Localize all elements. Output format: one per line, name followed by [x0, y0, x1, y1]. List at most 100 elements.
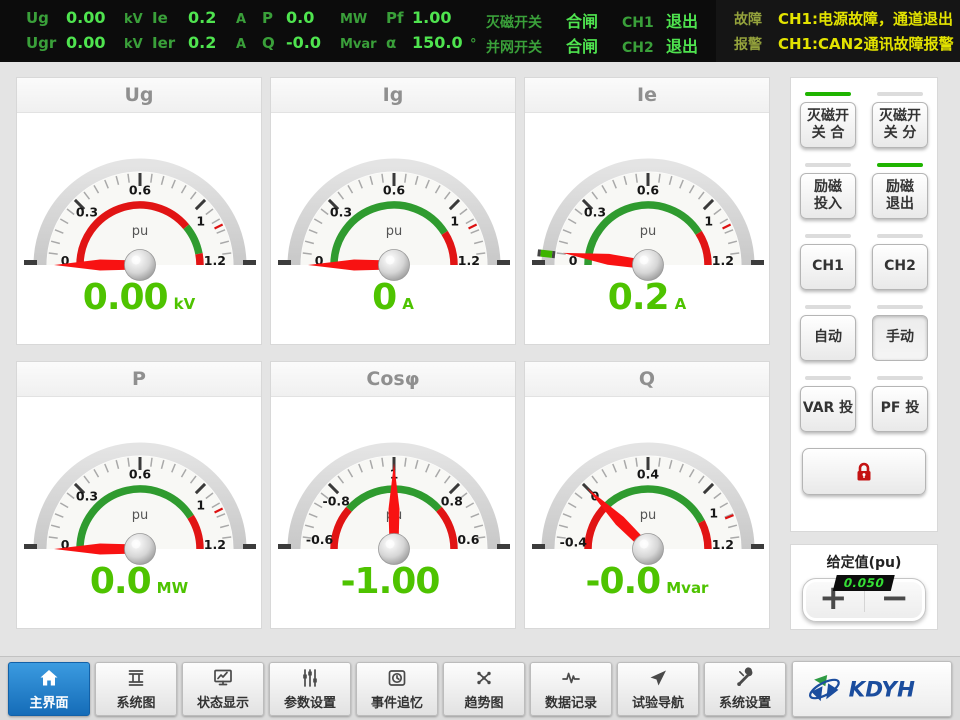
- lock-button[interactable]: [802, 448, 926, 495]
- metric-unit: A: [236, 12, 246, 27]
- parameter-settings-icon: [298, 666, 322, 690]
- svg-text:pu: pu: [132, 224, 149, 239]
- manual-button[interactable]: 手动: [872, 315, 928, 361]
- metric-unit: Mvar: [340, 37, 377, 52]
- gauge-title: Q: [525, 362, 769, 397]
- channel-status-group: CH1退出 CH2退出: [622, 0, 698, 62]
- manual-button-wrap: 手动: [872, 305, 928, 361]
- metric-unit: MW: [340, 12, 367, 27]
- status-display-icon: [211, 666, 235, 690]
- svg-text:0.3: 0.3: [76, 204, 98, 219]
- excitation-off-button-indicator: [877, 163, 923, 167]
- fault-label: 故障: [734, 9, 778, 29]
- metric-value: -0.0: [286, 33, 340, 52]
- excitation-on-button-indicator: [805, 163, 851, 167]
- metric-value: 0.0: [286, 8, 340, 27]
- svg-text:1.2: 1.2: [712, 537, 734, 552]
- svg-text:1: 1: [196, 497, 205, 512]
- nav-item-label: 主界面: [29, 692, 68, 711]
- gauge-dial-p: 00.30.611.2pu: [17, 409, 263, 567]
- gauge-dial-ig: 00.30.611.2pu: [271, 125, 517, 283]
- metric-group-current: Ie0.2A Ier0.2A: [152, 0, 246, 62]
- data-record-icon: [559, 666, 583, 690]
- nav-item-label: 状态显示: [197, 692, 249, 711]
- nav-item-home[interactable]: 主界面: [8, 662, 90, 716]
- metric-value: 150.0: [412, 33, 470, 52]
- metric-label: P: [262, 9, 286, 27]
- svg-text:0.8: 0.8: [441, 494, 463, 509]
- ch2-button-indicator: [877, 234, 923, 238]
- kdyh-logo-button[interactable]: KDYH: [792, 661, 952, 717]
- gauge-reading: 0.0MW: [17, 561, 261, 602]
- metric-unit: A: [236, 37, 246, 52]
- nav-item-status-display[interactable]: 状态显示: [182, 662, 264, 716]
- gauge-title: Ig: [271, 78, 515, 113]
- metric-label: Ie: [152, 9, 188, 27]
- gauge-reading: 0A: [271, 277, 515, 318]
- pf-on-button[interactable]: PF 投: [872, 386, 928, 432]
- demag-switch-close-button[interactable]: 灭磁开关 合: [800, 102, 856, 148]
- nav-item-label: 试验导航: [632, 692, 684, 711]
- svg-text:0.6: 0.6: [457, 532, 479, 547]
- svg-text:pu: pu: [640, 224, 657, 239]
- ch1-button-wrap: CH1: [800, 234, 856, 290]
- gauge-reading: 0.00kV: [17, 277, 261, 318]
- test-navigation-icon: [646, 666, 670, 690]
- metric-label: Ug: [26, 9, 66, 27]
- demag-switch-open-button-indicator: [877, 92, 923, 96]
- svg-text:1: 1: [196, 213, 205, 228]
- nav-item-parameter-settings[interactable]: 参数设置: [269, 662, 351, 716]
- svg-text:1: 1: [704, 213, 713, 228]
- svg-text:1.2: 1.2: [712, 253, 734, 268]
- svg-text:0.6: 0.6: [383, 183, 405, 198]
- nav-item-system-settings[interactable]: 系统设置: [704, 662, 786, 716]
- gauge-card-ug: Ug 00.30.611.2pu 0.00kV: [16, 77, 262, 345]
- gauge-card-cosphi: Cosφ -0.6-0.810.80.6pu -1.00: [270, 361, 516, 629]
- svg-text:-0.8: -0.8: [323, 494, 350, 509]
- nav-item-trend-chart[interactable]: 趋势图: [443, 662, 525, 716]
- svg-text:0.4: 0.4: [637, 467, 659, 482]
- metric-label: Pf: [386, 9, 412, 27]
- bottom-navbar: 主界面 系统图状态显示 参数设置事件追忆 趋势图数据记录试验导航 系统设置 KDYH: [0, 656, 960, 720]
- ch1-button[interactable]: CH1: [800, 244, 856, 290]
- home-icon: [37, 666, 61, 690]
- gauge-dial-cosphi: -0.6-0.810.80.6pu: [271, 409, 517, 567]
- gauge-card-ig: Ig 00.30.611.2pu 0A: [270, 77, 516, 345]
- gauge-reading: 0.2A: [525, 277, 769, 318]
- alarm-message: CH1:CAN2通讯故障报警: [778, 33, 954, 54]
- gauge-card-p: P 00.30.611.2pu 0.0MW: [16, 361, 262, 629]
- channel-state: 退出: [666, 33, 698, 57]
- gauge-title: Ug: [17, 78, 261, 113]
- excitation-on-button[interactable]: 励磁投入: [800, 173, 856, 219]
- nav-item-data-record[interactable]: 数据记录: [530, 662, 612, 716]
- nav-item-test-navigation[interactable]: 试验导航: [617, 662, 699, 716]
- demag-switch-open-button[interactable]: 灭磁开关 分: [872, 102, 928, 148]
- metric-label: Q: [262, 34, 286, 52]
- svg-text:0.3: 0.3: [76, 488, 98, 503]
- ch2-button[interactable]: CH2: [872, 244, 928, 290]
- auto-button[interactable]: 自动: [800, 315, 856, 361]
- metric-unit: °: [470, 37, 477, 52]
- svg-text:pu: pu: [132, 508, 149, 523]
- manual-button-indicator: [877, 305, 923, 309]
- nav-item-event-recall[interactable]: 事件追忆: [356, 662, 438, 716]
- svg-text:KDYH: KDYH: [849, 677, 915, 702]
- gauge-reading: -1.00: [271, 561, 515, 602]
- svg-text:1.2: 1.2: [204, 537, 226, 552]
- excitation-off-button[interactable]: 励磁退出: [872, 173, 928, 219]
- metric-value: 0.00: [66, 8, 124, 27]
- metric-value: 0.2: [188, 8, 236, 27]
- nav-item-system-diagram[interactable]: 系统图: [95, 662, 177, 716]
- setpoint-panel: 给定值(pu) 0.050 + −: [790, 544, 938, 630]
- auto-button-wrap: 自动: [800, 305, 856, 361]
- metric-label: α: [386, 34, 412, 52]
- var-on-button[interactable]: VAR 投: [800, 386, 856, 432]
- pf-on-button-indicator: [877, 376, 923, 380]
- metric-unit: kV: [124, 12, 143, 27]
- nav-item-label: 事件追忆: [371, 692, 423, 711]
- switch-label: 并网开关: [486, 37, 566, 57]
- gauge-title: P: [17, 362, 261, 397]
- svg-text:1.2: 1.2: [458, 253, 480, 268]
- control-button-grid: 灭磁开关 合灭磁开关 分励磁投入励磁退出 CH1 CH2 自动手动 VAR 投 PF 投: [791, 78, 937, 432]
- metric-label: Ier: [152, 34, 188, 52]
